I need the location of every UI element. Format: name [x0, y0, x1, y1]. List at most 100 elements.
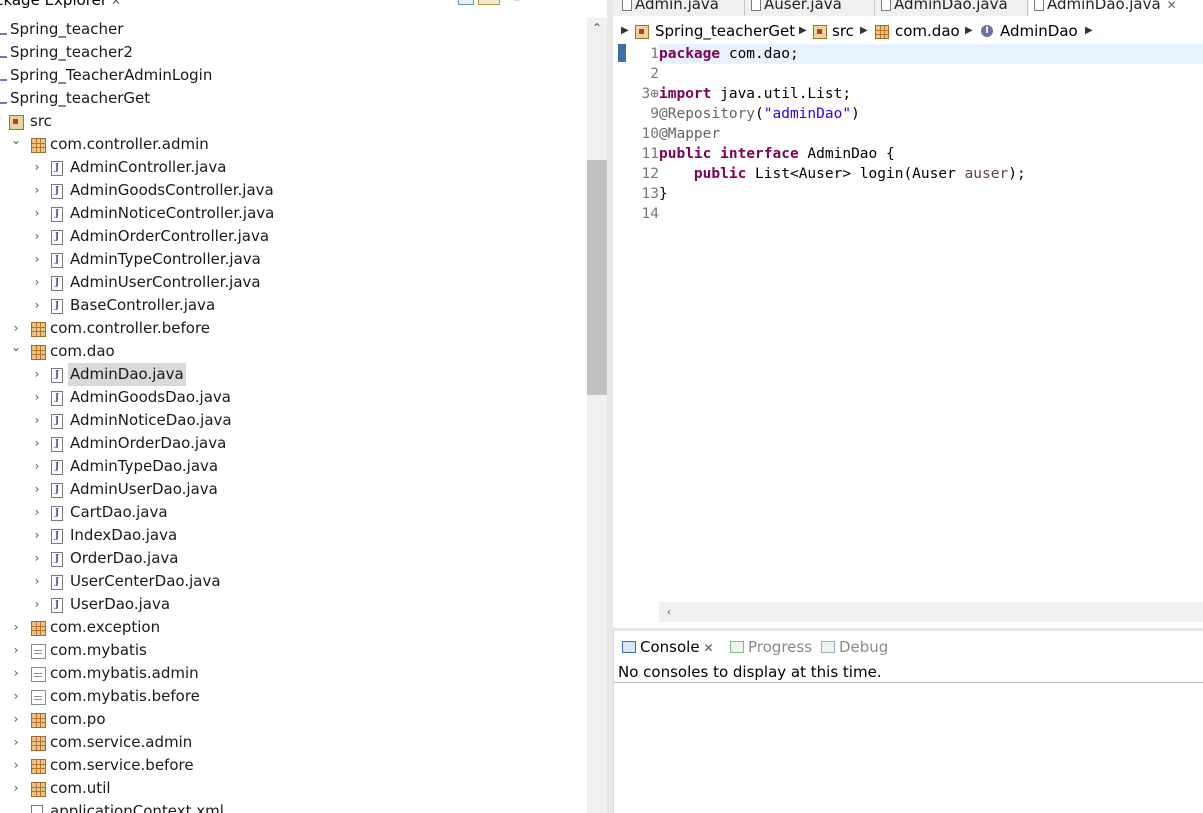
chevron-right-icon[interactable]: ▶	[860, 19, 868, 43]
tree-item[interactable]: Spring_teacherGet	[0, 87, 586, 110]
chevron-right-icon[interactable]: ›	[31, 409, 43, 432]
tree-item[interactable]: › J UserCenterDao.java	[0, 570, 586, 593]
link-with-editor-icon[interactable]	[478, 0, 500, 5]
console-tab[interactable]: Debug	[819, 636, 888, 658]
editor-tab[interactable]: Auser.java	[746, 0, 842, 16]
tree-item[interactable]: › com.po	[0, 708, 586, 731]
chevron-right-icon[interactable]: ▶	[965, 19, 973, 43]
tree-item[interactable]: › com.service.before	[0, 754, 586, 777]
chevron-right-icon[interactable]: ›	[10, 639, 22, 662]
tree-item[interactable]: › J AdminDao.java	[0, 363, 586, 386]
chevron-down-icon[interactable]: ⌄	[10, 336, 22, 359]
tree-item[interactable]: › J AdminOrderController.java	[0, 225, 586, 248]
chevron-right-icon[interactable]: ›	[31, 570, 43, 593]
chevron-right-icon[interactable]: ›	[31, 363, 43, 386]
tree-item[interactable]: › com.util	[0, 777, 586, 800]
chevron-right-icon[interactable]: ›	[31, 248, 43, 271]
tree-item[interactable]: › com.exception	[0, 616, 586, 639]
close-icon[interactable]: ✕	[111, 0, 121, 8]
chevron-right-icon[interactable]: ›	[10, 616, 22, 639]
tree-item[interactable]: › com.mybatis.before	[0, 685, 586, 708]
tree-item[interactable]: › com.mybatis	[0, 639, 586, 662]
code-line[interactable]: @Mapper	[659, 124, 720, 144]
tree-item[interactable]: › J AdminTypeController.java	[0, 248, 586, 271]
breadcrumb-src[interactable]: src	[832, 19, 854, 43]
close-icon[interactable]: ✕	[1167, 0, 1177, 12]
code-line[interactable]: @Repository("adminDao")	[659, 104, 860, 124]
chevron-right-icon[interactable]: ›	[31, 547, 43, 570]
code-line[interactable]: public interface AdminDao {	[659, 144, 895, 164]
chevron-right-icon[interactable]: ›	[31, 386, 43, 409]
tree-item[interactable]: › J AdminOrderDao.java	[0, 432, 586, 455]
tree-item[interactable]: › J AdminUserDao.java	[0, 478, 586, 501]
tree-item[interactable]: › J BaseController.java	[0, 294, 586, 317]
view-menu-icon[interactable]	[512, 0, 522, 1]
code-line[interactable]: public List<Auser> login(Auser auser);	[659, 164, 1026, 184]
chevron-right-icon[interactable]: ›	[10, 685, 22, 708]
chevron-right-icon[interactable]: ›	[10, 754, 22, 777]
chevron-right-icon[interactable]: ▶	[799, 19, 807, 43]
scroll-left-icon[interactable]: ‹	[659, 602, 679, 622]
tree-item[interactable]: › J AdminUserController.java	[0, 271, 586, 294]
chevron-right-icon[interactable]: ›	[31, 271, 43, 294]
close-icon[interactable]: ✕	[704, 641, 714, 655]
chevron-right-icon[interactable]: ›	[31, 524, 43, 547]
tree-item[interactable]: › J IndexDao.java	[0, 524, 586, 547]
chevron-right-icon[interactable]: ›	[10, 708, 22, 731]
code-line[interactable]: package com.dao;	[659, 44, 799, 64]
breadcrumb-package[interactable]: com.dao	[895, 19, 960, 43]
chevron-right-icon[interactable]: ›	[31, 202, 43, 225]
chevron-right-icon[interactable]: ›	[31, 455, 43, 478]
chevron-right-icon[interactable]: ›	[31, 225, 43, 248]
tree-item[interactable]: › com.service.admin	[0, 731, 586, 754]
tree-item[interactable]: › J AdminNoticeDao.java	[0, 409, 586, 432]
editor-tab[interactable]: AdminDao.java	[876, 0, 1008, 16]
tree-item[interactable]: › com.mybatis.admin	[0, 662, 586, 685]
tree-item[interactable]: › J AdminGoodsDao.java	[0, 386, 586, 409]
console-tab[interactable]: Progress	[728, 636, 812, 658]
chevron-right-icon[interactable]: ›	[31, 179, 43, 202]
tree-item[interactable]: › com.controller.before	[0, 317, 586, 340]
package-explorer-tab[interactable]: ackage Explorer✕	[0, 0, 121, 9]
editor-tab[interactable]: Admin.java	[617, 0, 719, 16]
chevron-right-icon[interactable]: ›	[31, 501, 43, 524]
chevron-right-icon[interactable]: ▶	[621, 19, 629, 43]
collapse-all-icon[interactable]	[458, 0, 474, 5]
vertical-scrollbar[interactable]: ⌃	[587, 18, 607, 813]
chevron-right-icon[interactable]: ›	[31, 593, 43, 616]
tree-item[interactable]: Spring_teacher	[0, 18, 586, 41]
horizontal-scrollbar[interactable]: ‹	[659, 602, 1203, 622]
tree-item[interactable]: › J OrderDao.java	[0, 547, 586, 570]
chevron-right-icon[interactable]: ›	[10, 662, 22, 685]
editor-tab[interactable]: AdminDao.java ✕	[1029, 0, 1203, 16]
tree-item[interactable]: ⌄ com.dao	[0, 340, 586, 363]
code-line[interactable]: }	[659, 184, 668, 204]
scroll-up-icon[interactable]: ⌃	[587, 18, 607, 38]
code-area[interactable]: 1 package com.dao; 2 3⊕ import java.util.Lis…	[613, 44, 1203, 602]
breadcrumb-type[interactable]: AdminDao	[1000, 19, 1078, 43]
breadcrumb-project[interactable]: Spring_teacherGet	[655, 19, 795, 43]
chevron-right-icon[interactable]: ›	[31, 432, 43, 455]
tree-item[interactable]: ⌄src	[0, 110, 586, 133]
code-line[interactable]: import java.util.List;	[659, 84, 851, 104]
tree-item[interactable]: Spring_teacher2	[0, 41, 586, 64]
chevron-right-icon[interactable]: ▶	[1085, 19, 1093, 43]
tree-item[interactable]: applicationContext.xml	[0, 800, 586, 813]
tree-item[interactable]: › J UserDao.java	[0, 593, 586, 616]
tree-item[interactable]: ⌄ com.controller.admin	[0, 133, 586, 156]
tree-item[interactable]: Spring_TeacherAdminLogin	[0, 64, 586, 87]
scrollbar-thumb[interactable]	[587, 160, 607, 395]
tree-item[interactable]: › J AdminGoodsController.java	[0, 179, 586, 202]
chevron-right-icon[interactable]: ›	[10, 777, 22, 800]
tree-item[interactable]: › J CartDao.java	[0, 501, 586, 524]
console-tab[interactable]: Console ✕	[620, 636, 714, 658]
chevron-right-icon[interactable]: ›	[31, 478, 43, 501]
chevron-right-icon[interactable]: ›	[31, 294, 43, 317]
tree-item[interactable]: › J AdminTypeDao.java	[0, 455, 586, 478]
chevron-right-icon[interactable]: ›	[31, 156, 43, 179]
chevron-right-icon[interactable]: ›	[10, 731, 22, 754]
tree-item[interactable]: › J AdminController.java	[0, 156, 586, 179]
tree-item[interactable]: › J AdminNoticeController.java	[0, 202, 586, 225]
chevron-down-icon[interactable]: ⌄	[10, 129, 22, 152]
chevron-down-icon[interactable]: ⌄	[0, 106, 4, 129]
